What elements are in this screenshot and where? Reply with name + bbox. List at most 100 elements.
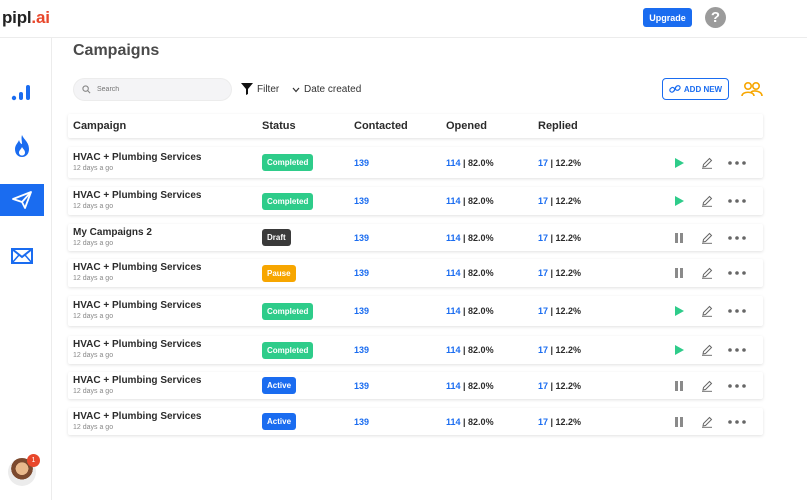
table-row[interactable]: My Campaigns 2 12 days a go Draft 139 114 | … [68, 224, 763, 251]
more-options-icon[interactable] [727, 415, 747, 429]
contacted-count[interactable]: 139 [354, 268, 369, 278]
table-row[interactable]: HVAC + Plumbing Services 12 days a go Paus… [68, 259, 763, 287]
column-header-opened[interactable]: Opened [446, 120, 487, 132]
more-options-icon[interactable] [727, 379, 747, 393]
mail-icon [11, 248, 33, 264]
add-new-button[interactable]: ADD NEW [662, 78, 729, 100]
replied-stat-percent: | 12.2% [548, 232, 582, 243]
replied-stat-count: 17 [538, 416, 549, 427]
opened-stat-percent: | 82.0% [460, 306, 494, 316]
edit-icon[interactable] [700, 379, 714, 393]
campaign-name[interactable]: HVAC + Plumbing Services [73, 339, 201, 350]
pause-icon[interactable] [672, 266, 686, 280]
filter-button[interactable]: Filter [241, 83, 279, 95]
opened-stat[interactable]: 114 | 82.0% [446, 158, 494, 168]
column-header-contacted[interactable]: Contacted [354, 120, 408, 132]
contacted-count[interactable]: 139 [354, 417, 369, 427]
sidebar-item-campaigns[interactable] [0, 184, 44, 216]
column-header-replied[interactable]: Replied [538, 120, 578, 132]
edit-icon[interactable] [700, 304, 714, 318]
more-options-icon[interactable] [727, 266, 747, 280]
date-created-dropdown[interactable]: Date created [292, 84, 361, 95]
play-icon[interactable] [672, 304, 686, 318]
more-options-icon[interactable] [727, 343, 747, 357]
pause-icon[interactable] [672, 231, 686, 245]
search-input[interactable] [97, 86, 227, 93]
more-options-icon[interactable] [727, 304, 747, 318]
team-icon[interactable] [741, 80, 763, 103]
column-header-status[interactable]: Status [262, 120, 296, 132]
opened-stat-count: 114 [446, 196, 461, 206]
app-logo[interactable]: pipl.ai [2, 8, 50, 28]
replied-stat-count: 17 [538, 157, 549, 168]
table-header: Campaign Status Contacted Opened Replied [68, 114, 763, 138]
date-created-label: Date created [304, 84, 362, 95]
table-row[interactable]: HVAC + Plumbing Services 12 days a go Comp… [68, 296, 763, 326]
campaign-name[interactable]: HVAC + Plumbing Services [73, 152, 201, 163]
contacted-count[interactable]: 139 [354, 158, 369, 168]
campaign-date: 12 days a go [73, 387, 114, 395]
replied-stat[interactable]: 17 | 12.2% [538, 158, 581, 168]
contacted-count[interactable]: 139 [354, 196, 369, 206]
campaign-name[interactable]: My Campaigns 2 [73, 227, 152, 238]
opened-stat[interactable]: 114 | 82.0% [446, 306, 494, 316]
opened-stat-percent: | 82.0% [460, 232, 494, 243]
more-options-icon[interactable] [727, 194, 747, 208]
campaign-name[interactable]: HVAC + Plumbing Services [73, 262, 201, 273]
replied-stat[interactable]: 17 | 12.2% [538, 417, 581, 427]
replied-stat[interactable]: 17 | 12.2% [538, 268, 581, 278]
opened-stat[interactable]: 114 | 82.0% [446, 345, 494, 355]
more-options-icon[interactable] [727, 156, 747, 170]
upgrade-button[interactable]: Upgrade [643, 8, 692, 27]
replied-stat-count: 17 [538, 232, 549, 243]
campaign-name[interactable]: HVAC + Plumbing Services [73, 375, 201, 386]
contacted-count[interactable]: 139 [354, 345, 369, 355]
replied-stat[interactable]: 17 | 12.2% [538, 345, 581, 355]
sidebar-item-warmup[interactable] [0, 130, 44, 162]
contacted-count[interactable]: 139 [354, 381, 369, 391]
help-icon[interactable]: ? [705, 7, 726, 28]
play-icon[interactable] [672, 343, 686, 357]
edit-icon[interactable] [700, 231, 714, 245]
sidebar-item-analytics[interactable] [0, 76, 44, 108]
campaign-date: 12 days a go [73, 275, 114, 282]
replied-stat-percent: | 12.2% [548, 157, 582, 168]
opened-stat[interactable]: 114 | 82.0% [446, 268, 494, 278]
more-options-icon[interactable] [727, 231, 747, 245]
edit-icon[interactable] [700, 156, 714, 170]
edit-icon[interactable] [700, 343, 714, 357]
table-row[interactable]: HVAC + Plumbing Services 12 days a go Comp… [68, 336, 763, 364]
search-box[interactable] [73, 78, 232, 101]
contacted-count[interactable]: 139 [354, 306, 369, 316]
edit-icon[interactable] [700, 415, 714, 429]
opened-stat[interactable]: 114 | 82.0% [446, 233, 494, 243]
logo-text: pipl [2, 8, 32, 27]
replied-stat[interactable]: 17 | 12.2% [538, 306, 581, 316]
edit-icon[interactable] [700, 266, 714, 280]
table-row[interactable]: HVAC + Plumbing Services 12 days a go Acti… [68, 408, 763, 435]
replied-stat[interactable]: 17 | 12.2% [538, 381, 581, 391]
opened-stat[interactable]: 114 | 82.0% [446, 381, 494, 391]
opened-stat[interactable]: 114 | 82.0% [446, 196, 494, 206]
campaign-name[interactable]: HVAC + Plumbing Services [73, 411, 201, 422]
opened-stat[interactable]: 114 | 82.0% [446, 417, 494, 427]
pause-icon[interactable] [672, 379, 686, 393]
contacted-count[interactable]: 139 [354, 233, 369, 243]
sidebar-item-inbox[interactable] [0, 240, 44, 272]
replied-stat-count: 17 [538, 268, 549, 278]
table-row[interactable]: HVAC + Plumbing Services 12 days a go Comp… [68, 147, 763, 178]
filter-icon [241, 83, 253, 95]
campaign-name[interactable]: HVAC + Plumbing Services [73, 190, 201, 201]
replied-stat[interactable]: 17 | 12.2% [538, 233, 581, 243]
pause-icon[interactable] [672, 415, 686, 429]
edit-icon[interactable] [700, 194, 714, 208]
column-header-campaign[interactable]: Campaign [73, 120, 126, 132]
replied-stat[interactable]: 17 | 12.2% [538, 196, 581, 206]
add-new-label: ADD NEW [683, 84, 723, 94]
play-icon[interactable] [672, 156, 686, 170]
play-icon[interactable] [672, 194, 686, 208]
campaign-name[interactable]: HVAC + Plumbing Services [73, 300, 201, 311]
table-row[interactable]: HVAC + Plumbing Services 12 days a go Comp… [68, 187, 763, 215]
page-title: Campaigns [73, 42, 160, 59]
table-row[interactable]: HVAC + Plumbing Services 12 days a go Acti… [68, 372, 763, 399]
